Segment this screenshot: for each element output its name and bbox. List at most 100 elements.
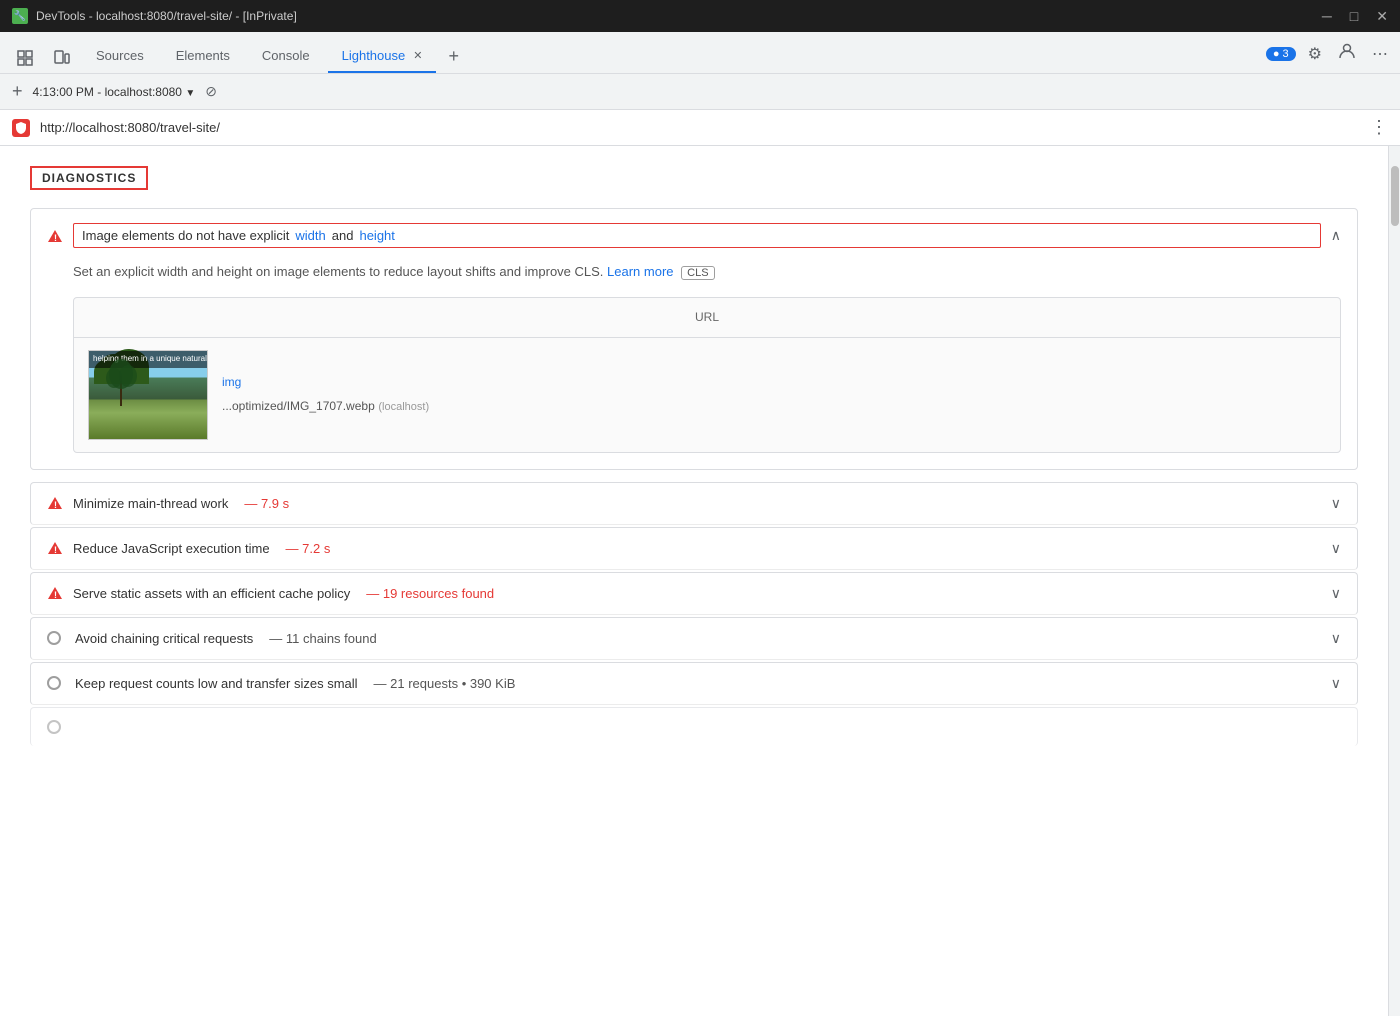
table-header-url: URL	[74, 298, 1340, 338]
metric-js-execution: — 7.2 s	[286, 541, 331, 556]
title-bar: 🔧 DevTools - localhost:8080/travel-site/…	[0, 0, 1400, 32]
metric-cache-policy: — 19 resources found	[366, 586, 494, 601]
profile-button[interactable]	[1334, 38, 1360, 69]
tabs-right: ● 3 ⚙ ⋯	[1266, 38, 1392, 73]
info-icon-partial	[47, 720, 61, 734]
warning-icon-thread: !	[47, 495, 63, 511]
image-thumbnail: helping them in a unique natural paradis…	[88, 350, 208, 440]
audit-item-main-thread: ! Minimize main-thread work — 7.9 s ∨	[30, 482, 1358, 525]
audit-table: URL helping them in a unique natural par…	[73, 297, 1341, 453]
tab-lighthouse[interactable]: Lighthouse ✕	[328, 40, 437, 73]
scrollbar-thumb[interactable]	[1391, 166, 1399, 226]
scrollbar-track[interactable]	[1388, 146, 1400, 1016]
app-icon: 🔧	[12, 8, 28, 24]
stop-icon[interactable]: ⊘	[205, 83, 217, 100]
tab-lighthouse-label: Lighthouse	[342, 48, 406, 63]
url-text[interactable]: http://localhost:8080/travel-site/	[40, 120, 1360, 135]
audit-header-js-execution[interactable]: ! Reduce JavaScript execution time — 7.2…	[31, 528, 1357, 569]
tab-console[interactable]: Console	[248, 40, 324, 73]
info-icon-requests	[47, 676, 61, 690]
collapse-icon[interactable]: ∧	[1331, 227, 1341, 244]
expand-icon-main-thread[interactable]: ∨	[1331, 495, 1341, 512]
audit-item-explicit-dimensions: ! Image elements do not have explicit wi…	[30, 208, 1358, 470]
audit-header-cache-policy[interactable]: ! Serve static assets with an efficient …	[31, 573, 1357, 614]
metric-critical-requests: — 11 chains found	[269, 631, 376, 646]
cls-badge: CLS	[681, 266, 714, 280]
table-row: helping them in a unique natural paradis…	[74, 338, 1340, 452]
audit-item-js-execution: ! Reduce JavaScript execution time — 7.2…	[30, 527, 1358, 570]
svg-text:!: !	[54, 545, 57, 555]
tab-sources[interactable]: Sources	[82, 40, 158, 73]
audit-title-explicit-dimensions: Image elements do not have explicit widt…	[73, 223, 1321, 248]
main-panel: DIAGNOSTICS ! Image elements do not have…	[0, 146, 1388, 1016]
image-url: ...optimized/IMG_1707.webp	[222, 399, 375, 413]
title-height: height	[359, 228, 394, 243]
warning-icon: !	[47, 228, 63, 244]
audit-item-cache-policy: ! Serve static assets with an efficient …	[30, 572, 1358, 615]
image-host: (localhost)	[378, 401, 429, 413]
tab-sources-label: Sources	[96, 48, 144, 63]
more-options-button[interactable]: ⋯	[1368, 40, 1392, 68]
url-more-button[interactable]: ⋮	[1370, 117, 1388, 138]
svg-text:!: !	[54, 590, 57, 600]
expand-icon-cache[interactable]: ∨	[1331, 585, 1341, 602]
window-controls: ─ □ ✕	[1322, 8, 1388, 25]
expand-icon-critical[interactable]: ∨	[1331, 630, 1341, 647]
audit-item-request-counts: Keep request counts low and transfer siz…	[30, 662, 1358, 705]
title-part-2: and	[332, 228, 354, 243]
metric-main-thread: — 7.9 s	[244, 496, 289, 511]
close-button[interactable]: ✕	[1376, 8, 1388, 25]
title-width: width	[295, 228, 325, 243]
audit-item-partial	[30, 707, 1358, 746]
tabs-left: Sources Elements Console Lighthouse ✕ +	[8, 40, 467, 73]
new-tab-icon[interactable]: +	[12, 81, 23, 102]
audit-title-request-counts: Keep request counts low and transfer siz…	[75, 676, 358, 691]
address-bar: + 4:13:00 PM - localhost:8080 ▼ ⊘	[0, 74, 1400, 110]
security-icon	[12, 119, 30, 137]
restore-button[interactable]: □	[1350, 8, 1358, 24]
audit-item-critical-requests: Avoid chaining critical requests — 11 ch…	[30, 617, 1358, 660]
device-toggle-button[interactable]	[46, 43, 78, 73]
metric-request-counts: — 21 requests • 390 KiB	[374, 676, 516, 691]
warning-icon-cache: !	[47, 585, 63, 601]
expand-icon-js[interactable]: ∨	[1331, 540, 1341, 557]
diagnostics-label: DIAGNOSTICS	[30, 166, 148, 190]
tab-lighthouse-close[interactable]: ✕	[413, 49, 422, 62]
learn-more-link[interactable]: Learn more	[607, 264, 673, 279]
audit-title-main-thread: Minimize main-thread work	[73, 496, 228, 511]
tab-elements[interactable]: Elements	[162, 40, 244, 73]
table-row-info: img ...optimized/IMG_1707.webp (localhos…	[222, 373, 429, 417]
url-bar: http://localhost:8080/travel-site/ ⋮	[0, 110, 1400, 146]
settings-button[interactable]: ⚙	[1304, 40, 1326, 68]
dropdown-arrow[interactable]: ▼	[185, 88, 195, 99]
badge-icon: ●	[1273, 48, 1280, 60]
audit-title-js-execution: Reduce JavaScript execution time	[73, 541, 270, 556]
audit-title-cache-policy: Serve static assets with an efficient ca…	[73, 586, 350, 601]
image-bottom-bar	[89, 436, 207, 439]
tab-console-label: Console	[262, 48, 310, 63]
audit-header-critical-requests[interactable]: Avoid chaining critical requests — 11 ch…	[31, 618, 1357, 659]
audit-header-explicit-dimensions[interactable]: ! Image elements do not have explicit wi…	[31, 209, 1357, 262]
devtools-tab-bar: Sources Elements Console Lighthouse ✕ + …	[0, 32, 1400, 74]
minimize-button[interactable]: ─	[1322, 8, 1332, 24]
timestamp: 4:13:00 PM - localhost:8080 ▼	[33, 85, 196, 99]
info-icon-critical	[47, 631, 61, 645]
warning-icon-js: !	[47, 540, 63, 556]
audit-header-main-thread[interactable]: ! Minimize main-thread work — 7.9 s ∨	[31, 483, 1357, 524]
new-tab-button[interactable]: +	[440, 40, 467, 73]
audit-description: Set an explicit width and height on imag…	[73, 262, 1341, 283]
svg-text:!: !	[54, 500, 57, 510]
element-tag: img	[222, 373, 429, 392]
audit-title-critical-requests: Avoid chaining critical requests	[75, 631, 253, 646]
main-content-area: DIAGNOSTICS ! Image elements do not have…	[0, 146, 1400, 1016]
svg-text:!: !	[54, 233, 57, 243]
audit-body-explicit-dimensions: Set an explicit width and height on imag…	[31, 262, 1357, 469]
window-title: DevTools - localhost:8080/travel-site/ -…	[36, 9, 297, 23]
tab-elements-label: Elements	[176, 48, 230, 63]
inspect-icon-button[interactable]	[8, 43, 42, 73]
notification-badge: ● 3	[1266, 47, 1296, 61]
expand-icon-requests[interactable]: ∨	[1331, 675, 1341, 692]
title-part-1: Image elements do not have explicit	[82, 228, 289, 243]
audit-header-request-counts[interactable]: Keep request counts low and transfer siz…	[31, 663, 1357, 704]
audit-header-partial[interactable]	[31, 708, 1357, 746]
